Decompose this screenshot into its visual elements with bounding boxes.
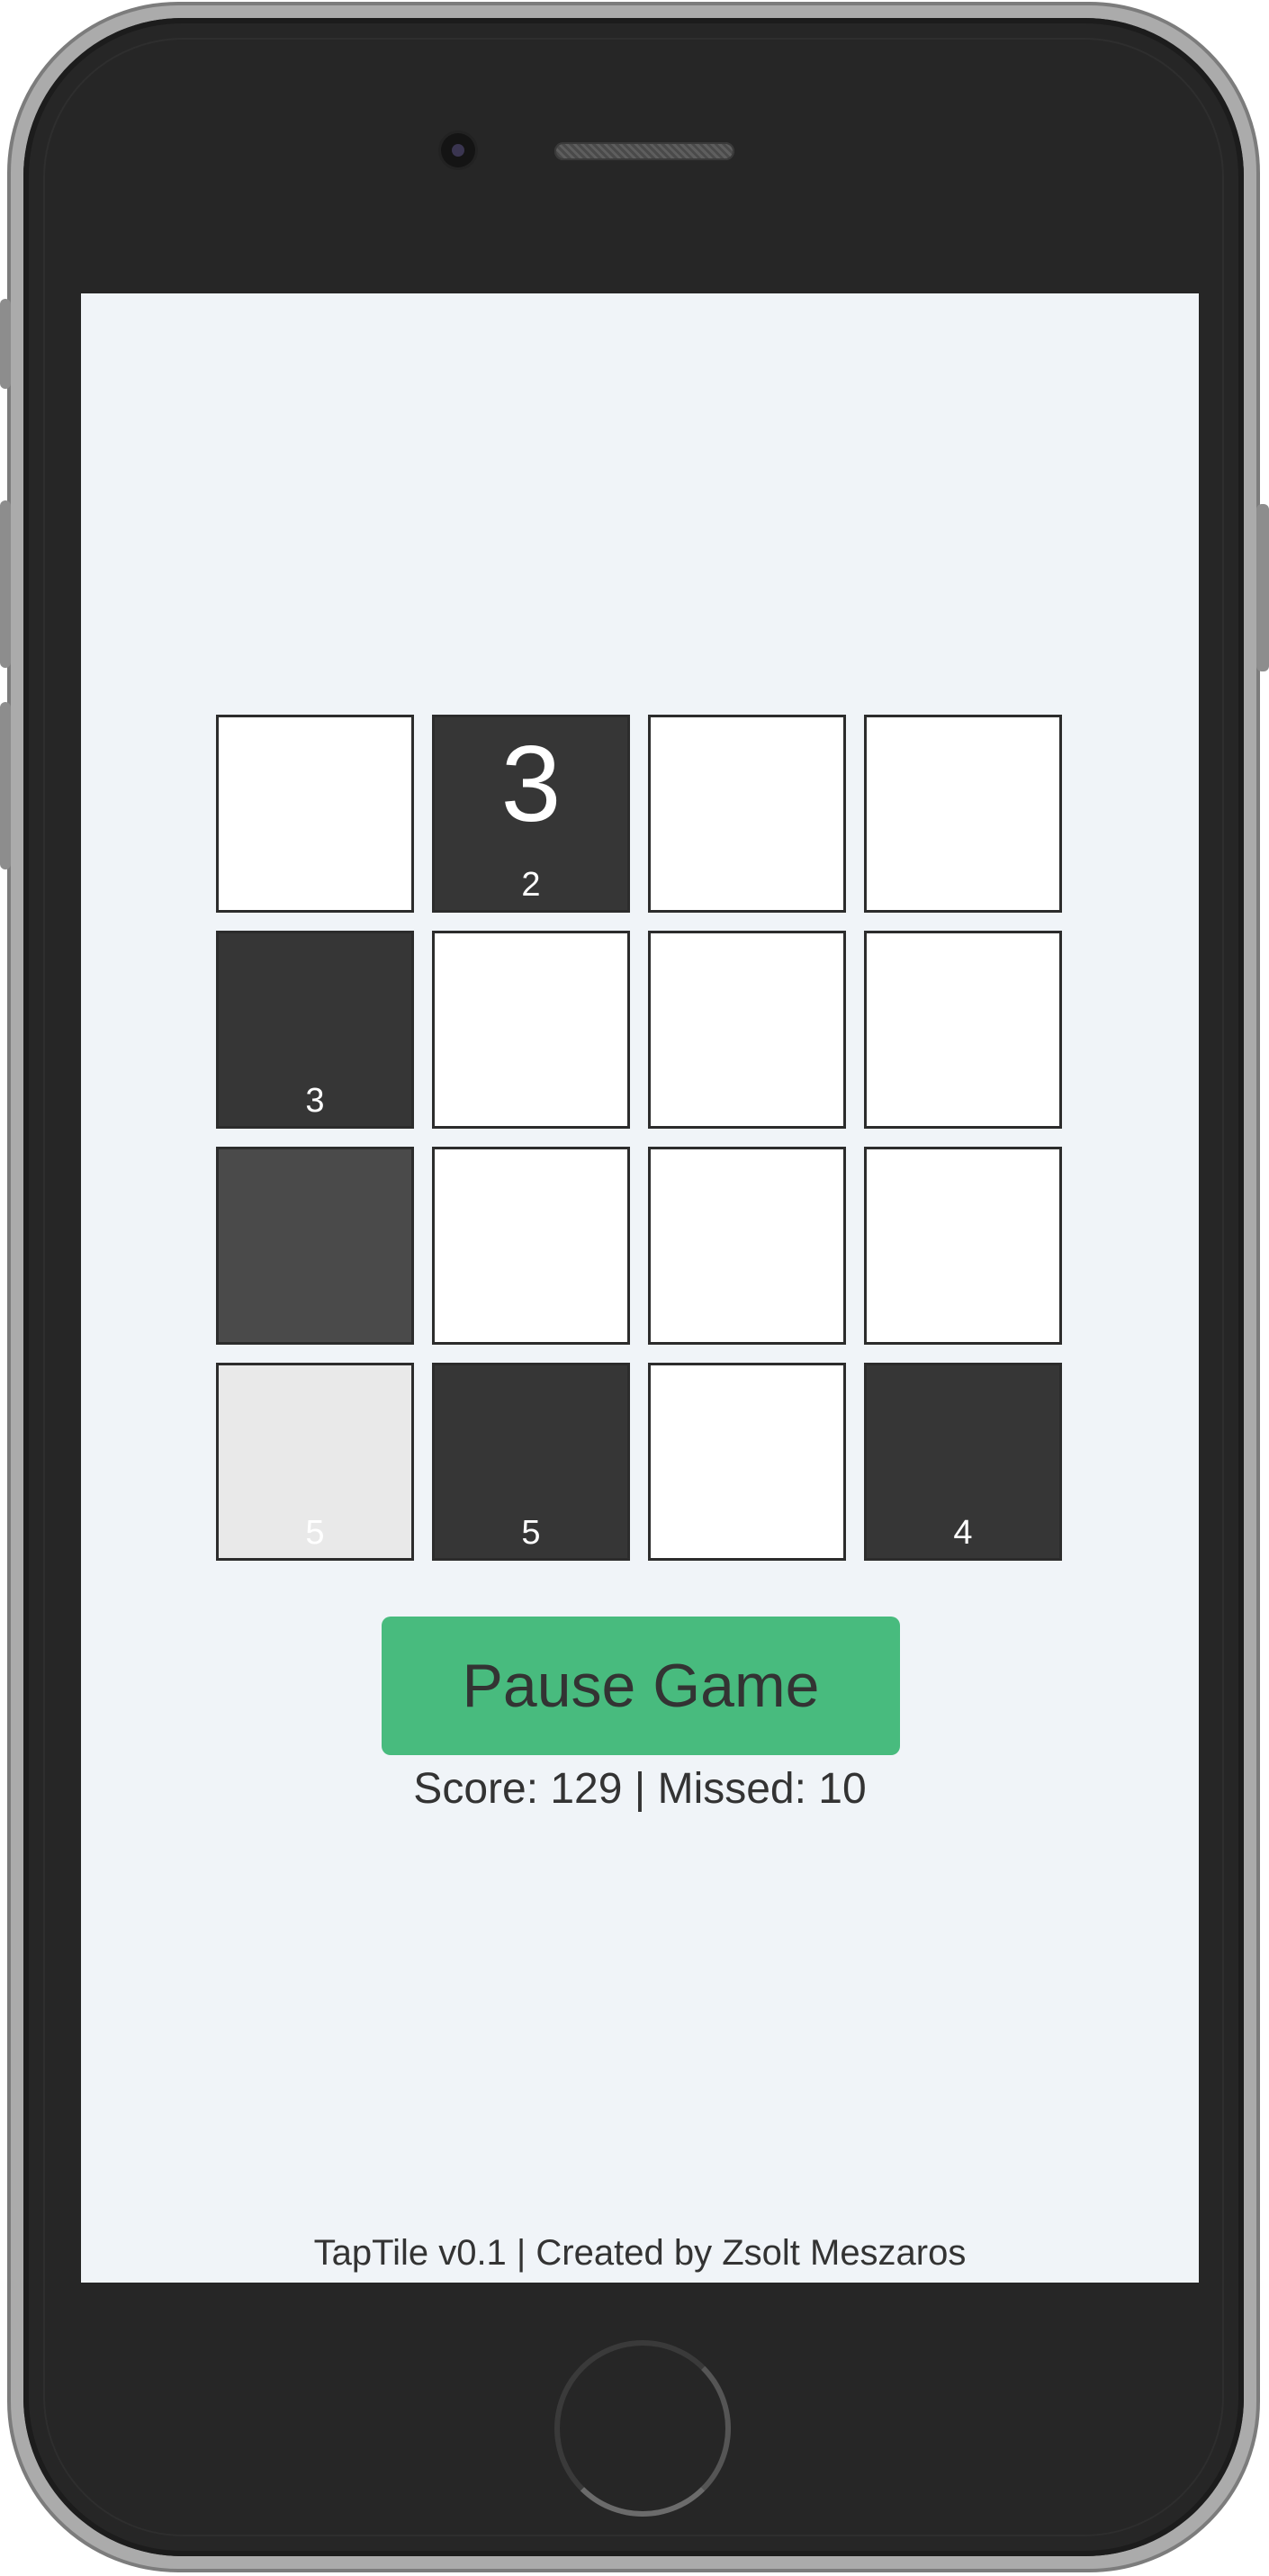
tile-counter: 2	[521, 866, 541, 904]
game-tile[interactable]	[864, 1147, 1062, 1345]
footer-credits: TapTile v0.1 | Created by Zsolt Meszaros	[313, 2233, 967, 2273]
volume-down-button[interactable]	[0, 702, 11, 869]
tile-counter: 5	[305, 1514, 325, 1552]
tile-counter: 3	[305, 1082, 325, 1120]
tile-grid: 323554	[216, 715, 1066, 1564]
game-tile[interactable]	[432, 1147, 630, 1345]
volume-up-button[interactable]	[0, 500, 11, 668]
game-tile[interactable]	[216, 1147, 414, 1345]
game-tile[interactable]: 3	[216, 931, 414, 1129]
game-tile[interactable]	[864, 715, 1062, 913]
game-tile[interactable]	[864, 931, 1062, 1129]
game-tile[interactable]: 5	[216, 1363, 414, 1561]
phone-frame: 323554 Pause Game Score: 129 | Missed: 1…	[7, 2, 1260, 2572]
tile-counter: 5	[521, 1514, 541, 1552]
app-screen: 323554 Pause Game Score: 129 | Missed: 1…	[81, 293, 1199, 2283]
home-button[interactable]	[554, 2340, 731, 2517]
tile-countdown: 3	[500, 724, 562, 844]
game-tile[interactable]	[648, 1363, 846, 1561]
game-tile[interactable]: 4	[864, 1363, 1062, 1561]
game-tile[interactable]: 32	[432, 715, 630, 913]
tile-counter: 4	[953, 1514, 973, 1552]
front-camera	[441, 133, 475, 167]
pause-game-button[interactable]: Pause Game	[382, 1617, 900, 1755]
game-tile[interactable]	[648, 931, 846, 1129]
game-tile[interactable]	[648, 1147, 846, 1345]
game-tile[interactable]: 5	[432, 1363, 630, 1561]
game-tile[interactable]	[648, 715, 846, 913]
mute-switch[interactable]	[0, 299, 11, 389]
power-button[interactable]	[1256, 504, 1269, 671]
score-status: Score: 129 | Missed: 10	[413, 1765, 867, 1813]
earpiece-speaker	[554, 142, 734, 160]
game-tile[interactable]	[216, 715, 414, 913]
game-tile[interactable]	[432, 931, 630, 1129]
